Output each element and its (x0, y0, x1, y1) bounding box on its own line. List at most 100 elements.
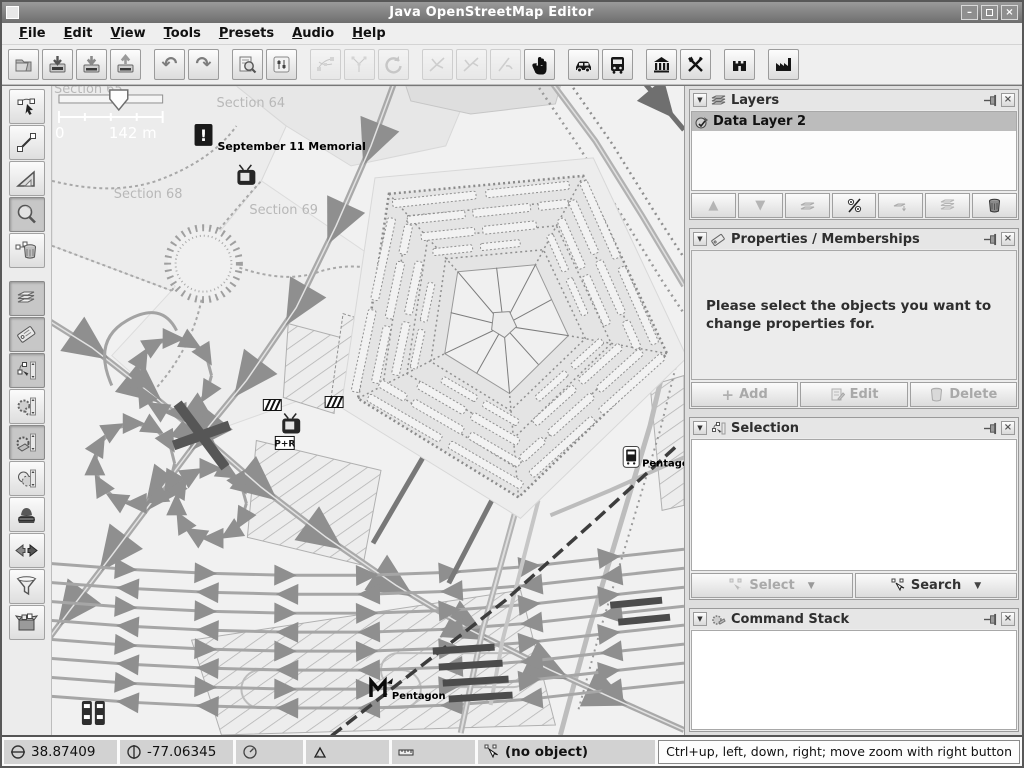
factory-button[interactable] (768, 49, 799, 80)
layer-up-button[interactable]: ▲ (691, 193, 736, 218)
bus-icon (607, 54, 628, 75)
add-button[interactable]: +Add (691, 382, 798, 407)
download-along-button[interactable] (232, 49, 263, 80)
properties-toggle-button[interactable] (9, 317, 45, 352)
pin-icon[interactable] (983, 613, 998, 626)
collapse-icon[interactable]: ▼ (693, 612, 707, 626)
map-canvas[interactable]: Section 65 Section 64 Section 68 Section… (52, 86, 684, 735)
edit-tools-toolbar (2, 86, 52, 735)
conflicts-toggle-button[interactable] (9, 461, 45, 496)
delete-button[interactable]: Delete (910, 382, 1017, 407)
collapse-icon[interactable]: ▼ (693, 232, 707, 246)
layer-row[interactable]: Data Layer 2 (692, 112, 1016, 131)
filter-toggle-button[interactable] (9, 569, 45, 604)
level-crossing-icon[interactable] (325, 397, 343, 408)
latitude-indicator: 38.87409 (4, 740, 117, 764)
merge-nodes-icon (315, 54, 336, 75)
layers-list[interactable]: Data Layer 2 (691, 111, 1017, 191)
delete-tool-button[interactable] (9, 233, 45, 268)
delete-trash-icon (14, 238, 39, 263)
merge-arrows-icon (14, 538, 39, 563)
menu-help[interactable]: Help (343, 24, 394, 43)
draw-tool-button[interactable] (9, 125, 45, 160)
delete-layer-button[interactable] (972, 193, 1017, 218)
refresh-button[interactable] (378, 49, 409, 80)
selection-list[interactable] (691, 439, 1017, 571)
unglue-button[interactable] (422, 49, 453, 80)
selection-buttons: Select▼ Search▼ (690, 572, 1018, 599)
merge-layer-button[interactable] (785, 193, 830, 218)
trash-icon (929, 387, 944, 402)
duplicate-layer-button[interactable] (925, 193, 970, 218)
layer-visibility-button[interactable] (832, 193, 877, 218)
upload-button[interactable] (110, 49, 141, 80)
angle-icon (312, 744, 328, 760)
merge-toggle-button[interactable] (9, 533, 45, 568)
scale-start-label: 0 (55, 124, 65, 142)
properties-panel: ▼ Properties / Memberships × Please sele… (689, 228, 1019, 409)
castle-button[interactable] (724, 49, 755, 80)
save-icon (47, 54, 68, 75)
title-bar: Java OpenStreetMap Editor – × (2, 2, 1022, 23)
restaurant-button[interactable] (680, 49, 711, 80)
search-button[interactable]: Search▼ (855, 573, 1017, 598)
park-and-ride-poi[interactable]: P+R (274, 436, 295, 449)
select-button[interactable]: Select▼ (691, 573, 853, 598)
menu-view[interactable]: View (102, 24, 155, 43)
changeset-toggle-button[interactable] (9, 605, 45, 640)
bus-button[interactable] (602, 49, 633, 80)
museum-button[interactable] (646, 49, 677, 80)
menu-presets[interactable]: Presets (210, 24, 283, 43)
menu-edit[interactable]: Edit (55, 24, 102, 43)
collapse-icon[interactable]: ▼ (693, 93, 707, 107)
split-way-button[interactable] (344, 49, 375, 80)
menu-audio[interactable]: Audio (283, 24, 343, 43)
merge-nodes-button[interactable] (310, 49, 341, 80)
selection-panel: ▼ Selection × Select▼ Search▼ (689, 417, 1019, 600)
history-toggle-button[interactable] (9, 497, 45, 532)
save-button[interactable] (42, 49, 73, 80)
parallel-way-button[interactable] (490, 49, 521, 80)
maximize-button[interactable] (981, 5, 998, 20)
open-file-button[interactable] (8, 49, 39, 80)
pin-icon[interactable] (983, 94, 998, 107)
layer-down-button[interactable]: ▼ (738, 193, 783, 218)
pin-icon[interactable] (983, 233, 998, 246)
close-icon[interactable]: × (1001, 232, 1015, 246)
layer-opacity-button[interactable] (878, 193, 923, 218)
preferences-button[interactable] (266, 49, 297, 80)
select-tool-button[interactable] (9, 89, 45, 124)
pan-button[interactable] (524, 49, 555, 80)
relations-toggle-button[interactable] (9, 389, 45, 424)
level-crossing-icon[interactable] (263, 400, 281, 411)
download-button[interactable] (76, 49, 107, 80)
selection-toggle-button[interactable] (9, 353, 45, 388)
layers-toggle-button[interactable] (9, 281, 45, 316)
menu-file[interactable]: File (10, 24, 55, 43)
duplicate-layer-icon (940, 198, 955, 213)
edit-button[interactable]: Edit (800, 382, 907, 407)
map-view[interactable]: Section 65 Section 64 Section 68 Section… (52, 86, 684, 735)
measure-tool-button[interactable] (9, 161, 45, 196)
draw-line-icon (14, 130, 39, 155)
pin-icon[interactable] (983, 422, 998, 435)
unglue-icon (427, 54, 448, 75)
selection-panel-header: ▼ Selection × (690, 418, 1018, 438)
close-icon[interactable]: × (1001, 421, 1015, 435)
command-stack-panel: ▼ Command Stack × (689, 608, 1019, 732)
collapse-icon[interactable]: ▼ (693, 421, 707, 435)
menu-tools[interactable]: Tools (155, 24, 210, 43)
extrude-button[interactable] (456, 49, 487, 80)
command-stack-toggle-button[interactable] (9, 425, 45, 460)
dropdown-arrow: ▼ (974, 581, 981, 591)
close-button[interactable]: × (1001, 5, 1018, 20)
castle-icon (729, 54, 750, 75)
close-icon[interactable]: × (1001, 612, 1015, 626)
zoom-tool-button[interactable] (9, 197, 45, 232)
undo-button[interactable]: ↶ (154, 49, 185, 80)
command-stack-list[interactable] (691, 630, 1017, 730)
redo-button[interactable]: ↷ (188, 49, 219, 80)
car-button[interactable] (568, 49, 599, 80)
minimize-button[interactable]: – (961, 5, 978, 20)
close-icon[interactable]: × (1001, 93, 1015, 107)
